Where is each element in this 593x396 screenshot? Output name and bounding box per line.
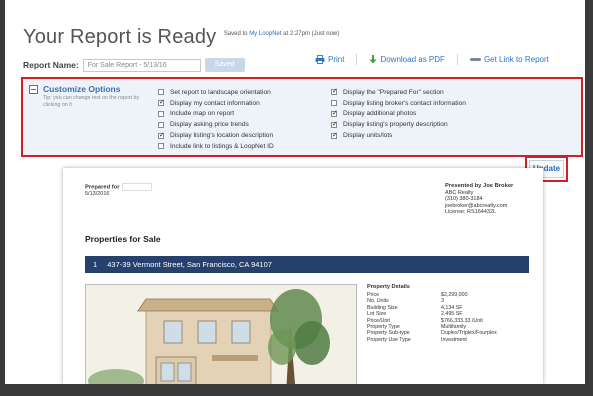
print-button[interactable]: Print [315, 55, 344, 64]
option-links-loopnet-id[interactable]: Include link to listings & LoopNet ID [158, 141, 274, 152]
option-additional-photos[interactable]: Display additional photos [331, 109, 466, 120]
checkbox[interactable] [331, 100, 337, 107]
checkbox[interactable] [158, 98, 165, 107]
saved-status: Saved to My LoopNet at 2:27pm (Just now) [224, 31, 339, 37]
options-column-right: Display the "Prepared For" section Displ… [331, 87, 466, 141]
action-divider [456, 54, 458, 65]
option-units-lots[interactable]: Display units/lots [331, 130, 466, 141]
window-frame-bottom [0, 384, 593, 396]
options-column-left: Set report to landscape orientation Disp… [158, 87, 274, 152]
checkbox[interactable] [331, 109, 338, 117]
broker-email: joebroker@abcrealty.com [445, 202, 508, 209]
checkbox[interactable] [158, 89, 164, 96]
checkbox[interactable] [158, 110, 164, 117]
customize-options-title[interactable]: Customize Options [43, 84, 120, 94]
detail-value: $2,299,000 [441, 292, 468, 298]
get-link-button[interactable]: Get Link to Report [469, 55, 549, 64]
get-link-label: Get Link to Report [483, 55, 549, 64]
option-broker-contact[interactable]: Display listing broker's contact informa… [331, 98, 466, 109]
option-label: Display listing broker's contact informa… [343, 99, 466, 107]
property-photo [85, 284, 357, 384]
checkbox[interactable] [158, 143, 164, 150]
customize-options-panel: Customize Options Tip: you can change te… [21, 77, 583, 157]
checkbox[interactable] [158, 131, 165, 139]
broker-phone: (310) 380-3184 [445, 196, 483, 203]
option-contact-info[interactable]: Display my contact information [158, 98, 274, 109]
report-name-row: Report Name: For Sale Report - 5/13/16 S… [23, 58, 245, 72]
checkbox[interactable] [158, 121, 164, 128]
option-map[interactable]: Include map on report [158, 109, 274, 120]
presented-by: Presented by Joe Broker [445, 183, 514, 189]
broker-license: License: RS164432L [445, 209, 497, 216]
printer-icon [315, 55, 325, 64]
option-label: Display units/lots [343, 132, 393, 140]
option-label: Include link to listings & LoopNet ID [170, 142, 274, 150]
prepared-for-name-field[interactable] [122, 183, 153, 191]
property-building-illustration [86, 285, 356, 384]
option-label: Display asking price trends [170, 121, 249, 129]
option-label: Set report to landscape orientation [170, 88, 271, 96]
broker-company: ABC Realty [445, 189, 474, 196]
property-details-title: Property Details [367, 284, 410, 290]
title-row: Your Report is Ready Saved to My LoopNet… [23, 26, 339, 49]
download-arrow-icon [369, 55, 377, 64]
option-location-description[interactable]: Display listing's location description [158, 130, 274, 141]
collapse-icon[interactable] [29, 85, 38, 94]
print-label: Print [328, 55, 345, 64]
prepared-date: 5/13/2016 [85, 191, 110, 198]
checkbox[interactable] [331, 87, 338, 96]
detail-label: Property Use Type [367, 336, 411, 343]
checkbox[interactable] [331, 131, 338, 139]
prepared-for-label: Prepared for [85, 184, 120, 191]
link-icon [469, 57, 481, 61]
option-label: Display additional photos [343, 110, 417, 118]
page-title: Your Report is Ready [23, 26, 217, 48]
saved-time: at 2:27pm (Just now) [283, 31, 340, 37]
property-header-bar: 1 437-39 Vermont Street, San Francisco, … [85, 256, 529, 273]
report-preview: Prepared for 5/13/2016 Presented by Joe … [63, 168, 543, 384]
option-price-trends[interactable]: Display asking price trends [158, 119, 274, 130]
detail-row: Property Use Type Investment [367, 337, 497, 343]
option-label: Include map on report [170, 110, 235, 118]
download-pdf-button[interactable]: Download as PDF [369, 55, 445, 64]
checkbox[interactable] [331, 120, 338, 128]
detail-value: Investment [441, 336, 467, 343]
window-frame-right [585, 0, 593, 396]
presented-by-block: Presented by Joe Broker ABC Realty (310)… [445, 183, 513, 216]
option-prepared-for[interactable]: Display the "Prepared For" section [331, 87, 466, 98]
property-number: 1 [93, 260, 98, 269]
section-title: Properties for Sale [85, 234, 161, 244]
prepared-for-block: Prepared for 5/13/2016 [85, 183, 153, 198]
option-property-description[interactable]: Display listing's property description [331, 119, 466, 130]
saved-button[interactable]: Saved [204, 58, 245, 72]
download-label: Download as PDF [380, 55, 445, 64]
option-label: Display listing's property description [343, 121, 448, 129]
report-name-label: Report Name: [23, 60, 79, 70]
option-landscape[interactable]: Set report to landscape orientation [158, 87, 274, 98]
report-actions: Print Download as PDF Get Link to Report [315, 54, 549, 65]
option-label: Display the "Prepared For" section [343, 88, 444, 96]
property-details: Property Details Price $2,299,000 No. Uni… [367, 284, 497, 343]
report-name-input[interactable]: For Sale Report - 5/13/16 [82, 58, 201, 72]
my-loopnet-link[interactable]: My LoopNet [249, 31, 281, 37]
customize-tip: Tip: you can change text on the report b… [43, 95, 140, 108]
option-label: Display listing's location description [170, 132, 274, 140]
report-page: Your Report is Ready Saved to My LoopNet… [5, 0, 585, 384]
action-divider [356, 54, 358, 65]
saved-prefix: Saved to [223, 31, 248, 37]
property-address: 437-39 Vermont Street, San Francisco, CA… [107, 260, 272, 269]
option-label: Display my contact information [170, 99, 260, 107]
